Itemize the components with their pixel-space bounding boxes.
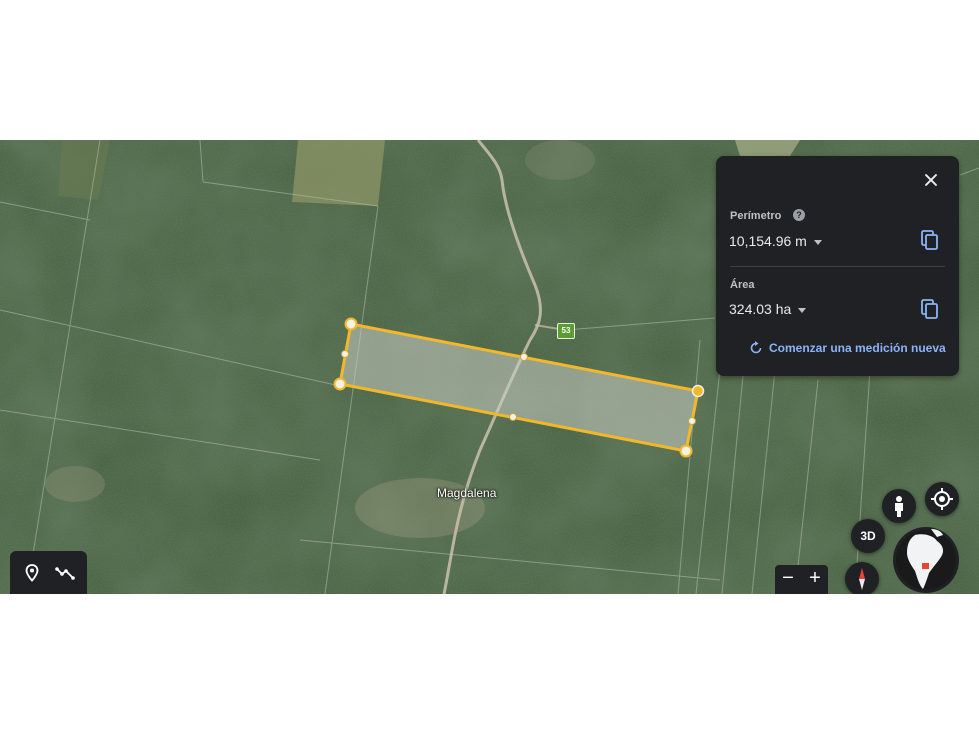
place-pin-icon[interactable]: [22, 563, 42, 583]
pegman-icon: [895, 496, 903, 517]
polygon-vertex-active[interactable]: [691, 384, 705, 398]
perimeter-value-dropdown[interactable]: 10,154.96 m: [729, 233, 822, 249]
place-label[interactable]: Magdalena: [437, 486, 496, 500]
compass-button[interactable]: [845, 562, 879, 594]
area-value: 324.03 ha: [729, 301, 792, 317]
help-icon[interactable]: ?: [793, 209, 805, 221]
area-label: Área: [730, 279, 755, 291]
measure-panel: Perímetro ? 10,154.96 m Área 324.03 ha C…: [716, 156, 959, 376]
zoom-out-button[interactable]: −: [775, 565, 801, 594]
zoom-controls: − +: [775, 565, 828, 594]
polygon-vertex[interactable]: [344, 317, 358, 331]
copy-icon[interactable]: [921, 230, 939, 250]
polygon-vertex[interactable]: [679, 444, 693, 458]
polygon-midpoint[interactable]: [341, 350, 349, 358]
polygon-midpoint[interactable]: [520, 353, 528, 361]
map-toolbar: [10, 551, 87, 594]
compass-icon: [859, 568, 865, 590]
globe-icon: [896, 529, 956, 590]
copy-icon[interactable]: [921, 299, 939, 319]
my-location-button[interactable]: [925, 482, 959, 516]
new-measurement-button[interactable]: Comenzar una medición nueva: [749, 341, 946, 355]
area-value-dropdown[interactable]: 324.03 ha: [729, 301, 807, 317]
road-shield: 53: [557, 323, 575, 339]
new-measurement-label: Comenzar una medición nueva: [769, 341, 946, 355]
chevron-down-icon: [798, 307, 807, 313]
perimeter-label: Perímetro: [730, 210, 782, 222]
chevron-down-icon: [813, 239, 822, 245]
refresh-icon: [750, 341, 762, 354]
my-location-icon: [931, 488, 953, 510]
pegman-button[interactable]: [882, 489, 916, 523]
globe-button[interactable]: [893, 527, 959, 593]
measure-path-icon[interactable]: [55, 563, 75, 583]
polygon-vertex[interactable]: [333, 377, 347, 391]
zoom-in-button[interactable]: +: [802, 565, 828, 594]
perimeter-value: 10,154.96 m: [729, 233, 807, 249]
polygon-midpoint[interactable]: [509, 413, 517, 421]
panel-divider: [730, 266, 945, 267]
polygon-midpoint[interactable]: [688, 417, 696, 425]
close-icon[interactable]: [921, 170, 941, 190]
satellite-map[interactable]: 53 Magdalena Perímetro ? 10,154.96 m Áre…: [0, 140, 979, 594]
3d-toggle-button[interactable]: 3D: [851, 519, 885, 553]
